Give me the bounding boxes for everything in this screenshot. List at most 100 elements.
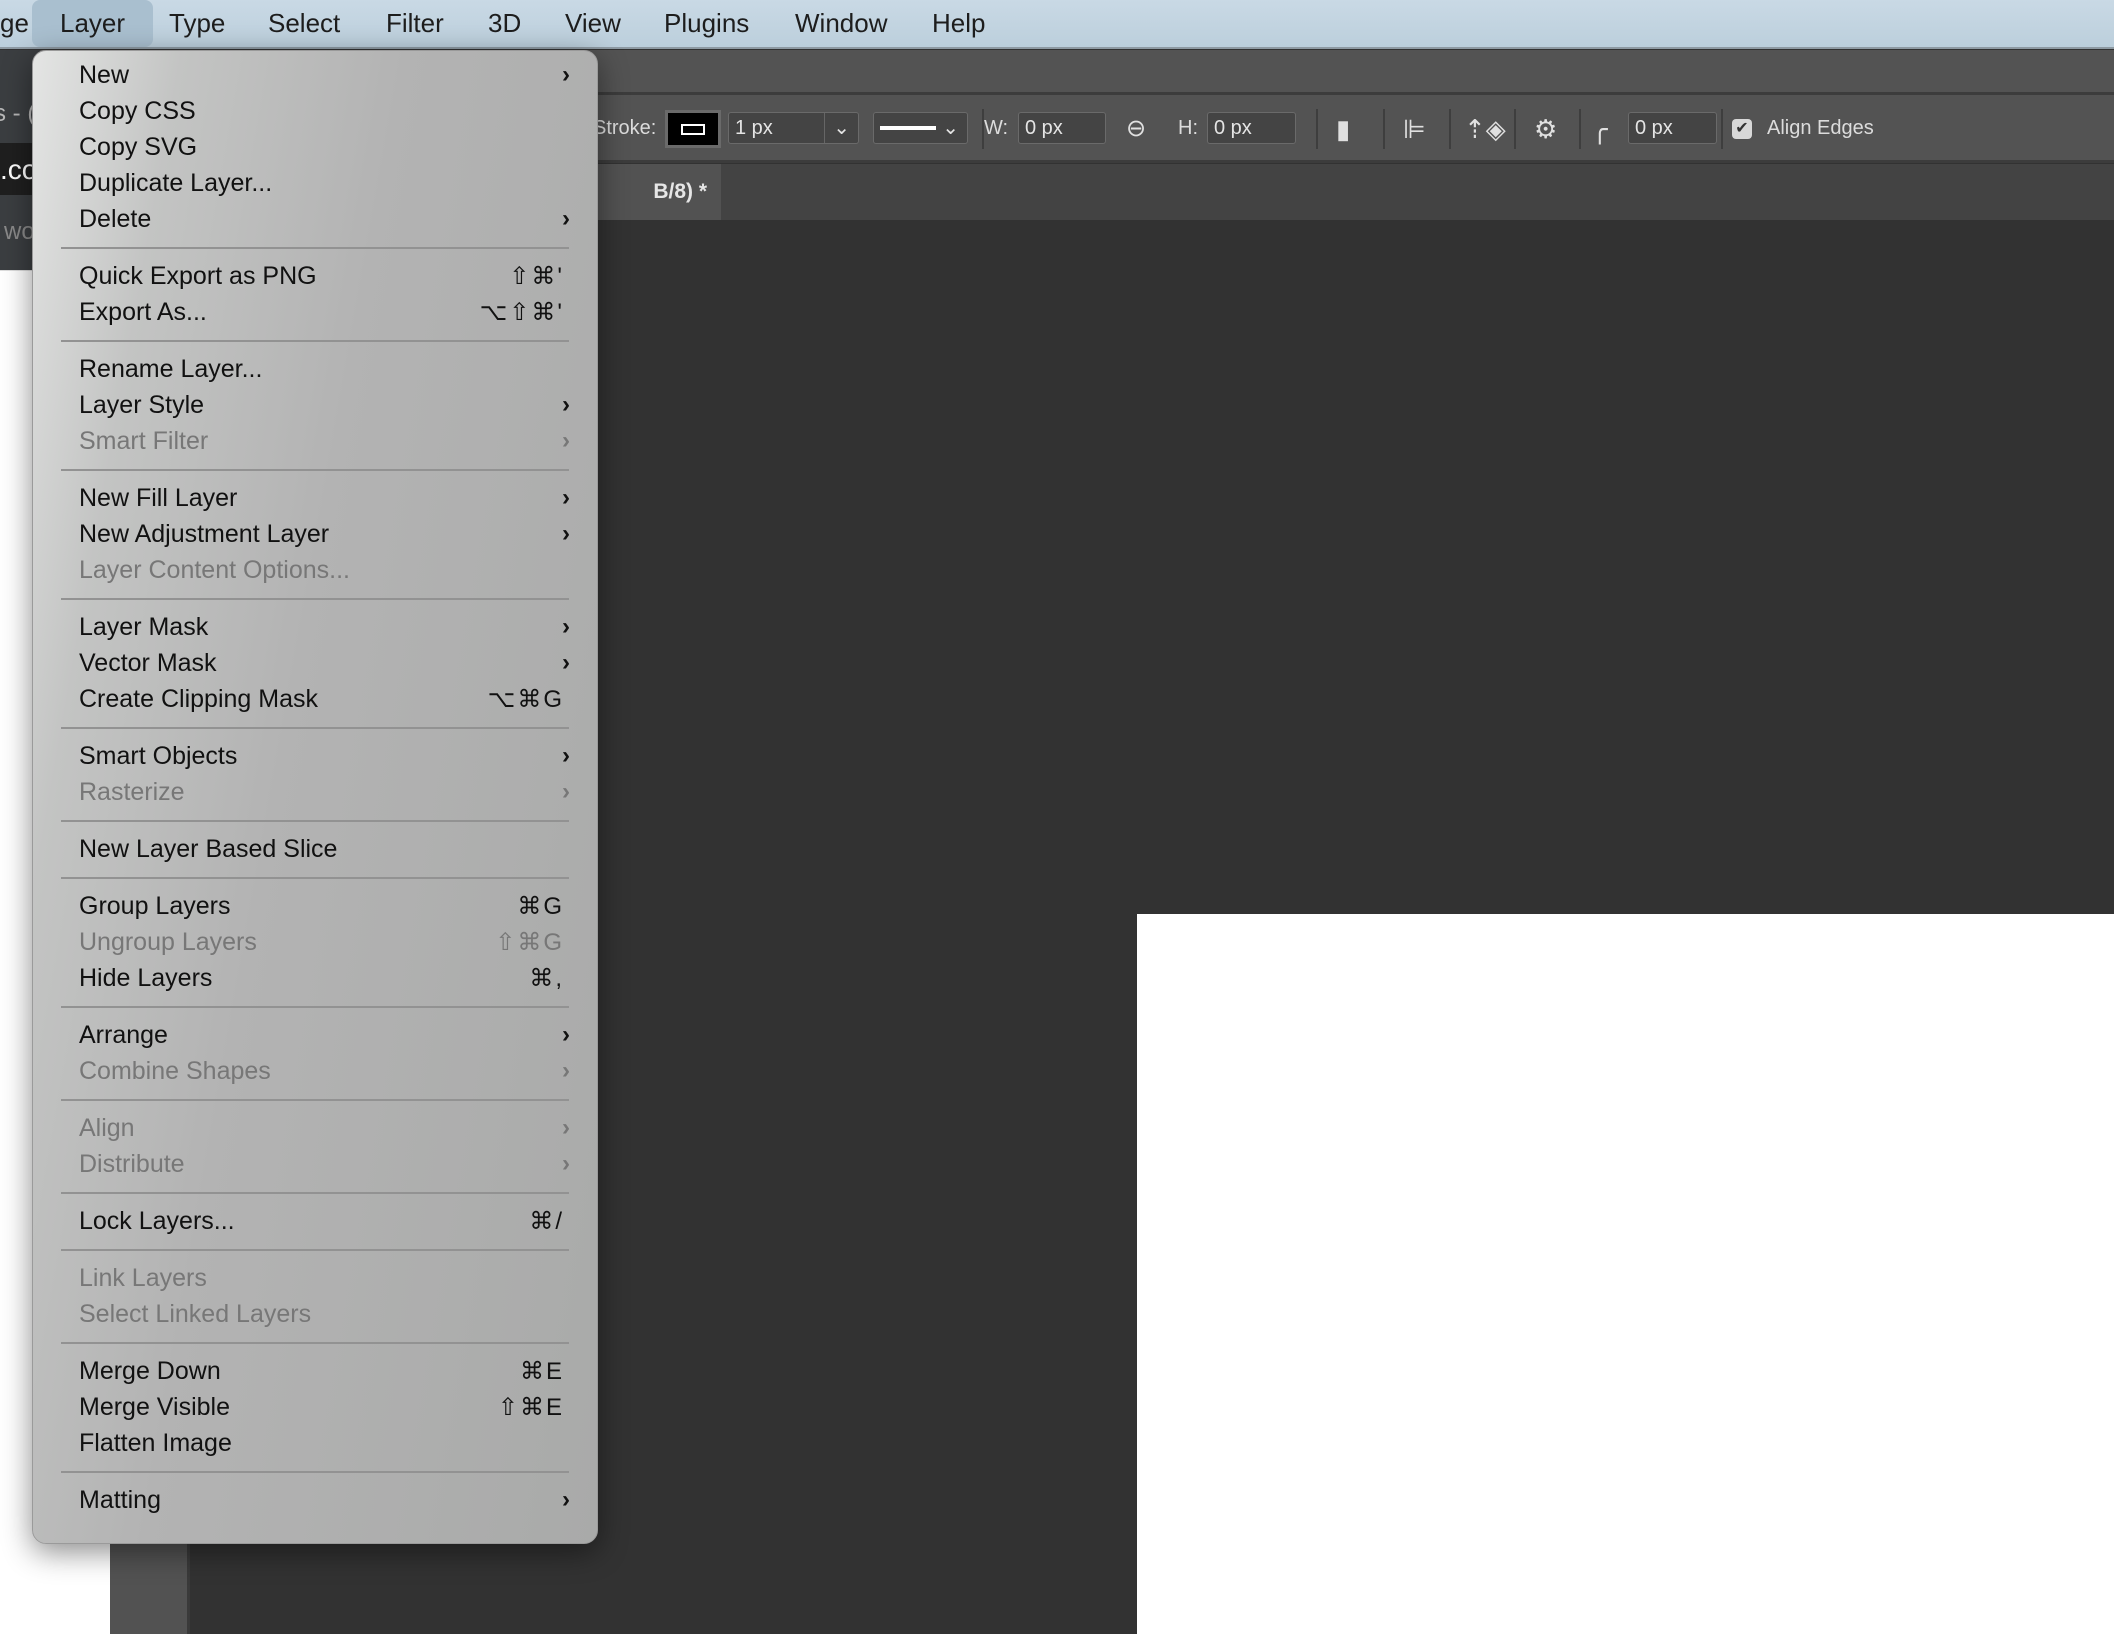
- layer-menu-dropdown: New › Copy CSS Copy SVG Duplicate Layer... De…: [32, 50, 598, 1544]
- menu-item-label: Ungroup Layers: [79, 927, 257, 956]
- menu-item-label: Merge Down: [79, 1356, 221, 1385]
- menu-filter[interactable]: Filter: [372, 0, 458, 47]
- link-icon[interactable]: ⊖: [1126, 95, 1146, 163]
- menu-item-merge-visible[interactable]: Merge Visible ⇧⌘E: [33, 1389, 597, 1425]
- menu-item-label: Flatten Image: [79, 1428, 232, 1457]
- height-label: H:: [1178, 117, 1198, 139]
- menu-item-link-layers: Link Layers: [33, 1260, 597, 1296]
- align-edges-checkbox[interactable]: ✔: [1732, 119, 1752, 139]
- align-edges-label: Align Edges: [1767, 117, 1874, 139]
- stroke-swatch[interactable]: [665, 110, 721, 148]
- path-arrangement-icon[interactable]: ⇡◈: [1464, 95, 1506, 163]
- chevron-down-icon: ⌄: [824, 113, 850, 143]
- menu-item-new[interactable]: New ›: [33, 57, 597, 93]
- shortcut-label: ⇧⌘E: [497, 1393, 564, 1421]
- menu-item-label: Link Layers: [79, 1263, 207, 1292]
- menu-item-copy-svg[interactable]: Copy SVG: [33, 129, 597, 165]
- menu-item-create-clipping-mask[interactable]: Create Clipping Mask ⌥⌘G: [33, 681, 597, 717]
- menu-item-new-adjustment-layer[interactable]: New Adjustment Layer ›: [33, 516, 597, 552]
- menu-item-copy-css[interactable]: Copy CSS: [33, 93, 597, 129]
- gear-icon[interactable]: ⚙: [1534, 95, 1557, 163]
- path-operations-icon[interactable]: ▮: [1336, 95, 1350, 163]
- menu-item-layer-mask[interactable]: Layer Mask ›: [33, 609, 597, 645]
- shortcut-label: ⌘,: [529, 964, 564, 992]
- divider: [1449, 109, 1451, 149]
- shortcut-label: ⇧⌘G: [495, 928, 564, 956]
- menu-help[interactable]: Help: [918, 0, 999, 47]
- menu-view[interactable]: View: [551, 0, 635, 47]
- menu-item-new-layer-based-slice[interactable]: New Layer Based Slice: [33, 831, 597, 867]
- width-input[interactable]: 0 px: [1018, 112, 1106, 144]
- menu-separator: [33, 717, 597, 738]
- menu-select[interactable]: Select: [254, 0, 354, 47]
- menu-item-smart-objects[interactable]: Smart Objects ›: [33, 738, 597, 774]
- menu-item-rasterize: Rasterize ›: [33, 774, 597, 810]
- height-input[interactable]: 0 px: [1207, 112, 1296, 144]
- chevron-right-icon: ›: [562, 778, 570, 805]
- menu-separator: [33, 867, 597, 888]
- menu-item-label: Rename Layer...: [79, 354, 263, 383]
- menu-item-merge-down[interactable]: Merge Down ⌘E: [33, 1353, 597, 1389]
- menu-layer[interactable]: Layer: [32, 0, 154, 47]
- menu-item-label: Layer Mask: [79, 612, 209, 641]
- menu-item-matting[interactable]: Matting ›: [33, 1482, 597, 1518]
- menu-separator: [33, 330, 597, 351]
- menu-separator: [33, 588, 597, 609]
- menu-type[interactable]: Type: [155, 0, 239, 47]
- menu-item-combine-shapes: Combine Shapes ›: [33, 1053, 597, 1089]
- document-canvas[interactable]: [1137, 914, 2114, 1634]
- corner-radius-icon: ╭: [1592, 114, 1608, 144]
- background-window-text: wo: [4, 218, 35, 245]
- divider: [1316, 109, 1318, 149]
- menu-item-flatten-image[interactable]: Flatten Image: [33, 1425, 597, 1461]
- menu-item-layer-style[interactable]: Layer Style ›: [33, 387, 597, 423]
- background-window-text: s - (: [0, 100, 35, 127]
- separator-line: [61, 1191, 569, 1194]
- menu-window[interactable]: Window: [781, 0, 901, 47]
- stroke-style-dropdown[interactable]: ⌄: [873, 112, 968, 144]
- path-alignment-icon[interactable]: ⊫: [1403, 95, 1426, 163]
- menu-item-label: Arrange: [79, 1020, 168, 1049]
- menu-item-quick-export-as-png[interactable]: Quick Export as PNG ⇧⌘': [33, 258, 597, 294]
- separator-line: [61, 1470, 569, 1473]
- shortcut-label: ⌥⇧⌘': [479, 298, 564, 326]
- chevron-right-icon: ›: [562, 1486, 570, 1513]
- menu-separator: [33, 1461, 597, 1482]
- menu-item-duplicate-layer[interactable]: Duplicate Layer...: [33, 165, 597, 201]
- menu-item-label: New Adjustment Layer: [79, 519, 330, 548]
- chevron-down-icon: ⌄: [942, 117, 959, 139]
- document-tab[interactable]: B/8) *: [597, 164, 721, 220]
- divider: [1721, 109, 1723, 149]
- width-label: W:: [984, 117, 1009, 139]
- menu-item-export-as[interactable]: Export As... ⌥⇧⌘': [33, 294, 597, 330]
- stroke-width-dropdown[interactable]: 1 px ⌄: [728, 112, 859, 144]
- separator-line: [61, 1341, 569, 1344]
- menu-plugins[interactable]: Plugins: [650, 0, 763, 47]
- chevron-right-icon: ›: [562, 1150, 570, 1177]
- chevron-right-icon: ›: [562, 649, 570, 676]
- separator-line: [61, 1248, 569, 1251]
- menu-separator: [33, 237, 597, 258]
- menu-item-label: Duplicate Layer...: [79, 168, 273, 197]
- chevron-right-icon: ›: [562, 61, 570, 88]
- menu-item-label: Export As...: [79, 297, 207, 326]
- menu-item-group-layers[interactable]: Group Layers ⌘G: [33, 888, 597, 924]
- menu-item-vector-mask[interactable]: Vector Mask ›: [33, 645, 597, 681]
- menu-item-hide-layers[interactable]: Hide Layers ⌘,: [33, 960, 597, 996]
- menu-item-ungroup-layers: Ungroup Layers ⇧⌘G: [33, 924, 597, 960]
- menu-item-distribute: Distribute ›: [33, 1146, 597, 1182]
- menu-item-label: Combine Shapes: [79, 1056, 271, 1085]
- menu-item-label: Layer Content Options...: [79, 555, 350, 584]
- menu-item-new-fill-layer[interactable]: New Fill Layer ›: [33, 480, 597, 516]
- menu-item-select-linked-layers: Select Linked Layers: [33, 1296, 597, 1332]
- corner-radius-input[interactable]: 0 px: [1628, 112, 1717, 144]
- menu-item-lock-layers[interactable]: Lock Layers... ⌘/: [33, 1203, 597, 1239]
- menu-item-arrange[interactable]: Arrange ›: [33, 1017, 597, 1053]
- menu-item-label: Copy SVG: [79, 132, 198, 161]
- menu-separator: [33, 1332, 597, 1353]
- menu-item-delete[interactable]: Delete ›: [33, 201, 597, 237]
- chevron-right-icon: ›: [562, 742, 570, 769]
- menu-3d[interactable]: 3D: [474, 0, 535, 47]
- chevron-right-icon: ›: [562, 484, 570, 511]
- menu-item-rename-layer[interactable]: Rename Layer...: [33, 351, 597, 387]
